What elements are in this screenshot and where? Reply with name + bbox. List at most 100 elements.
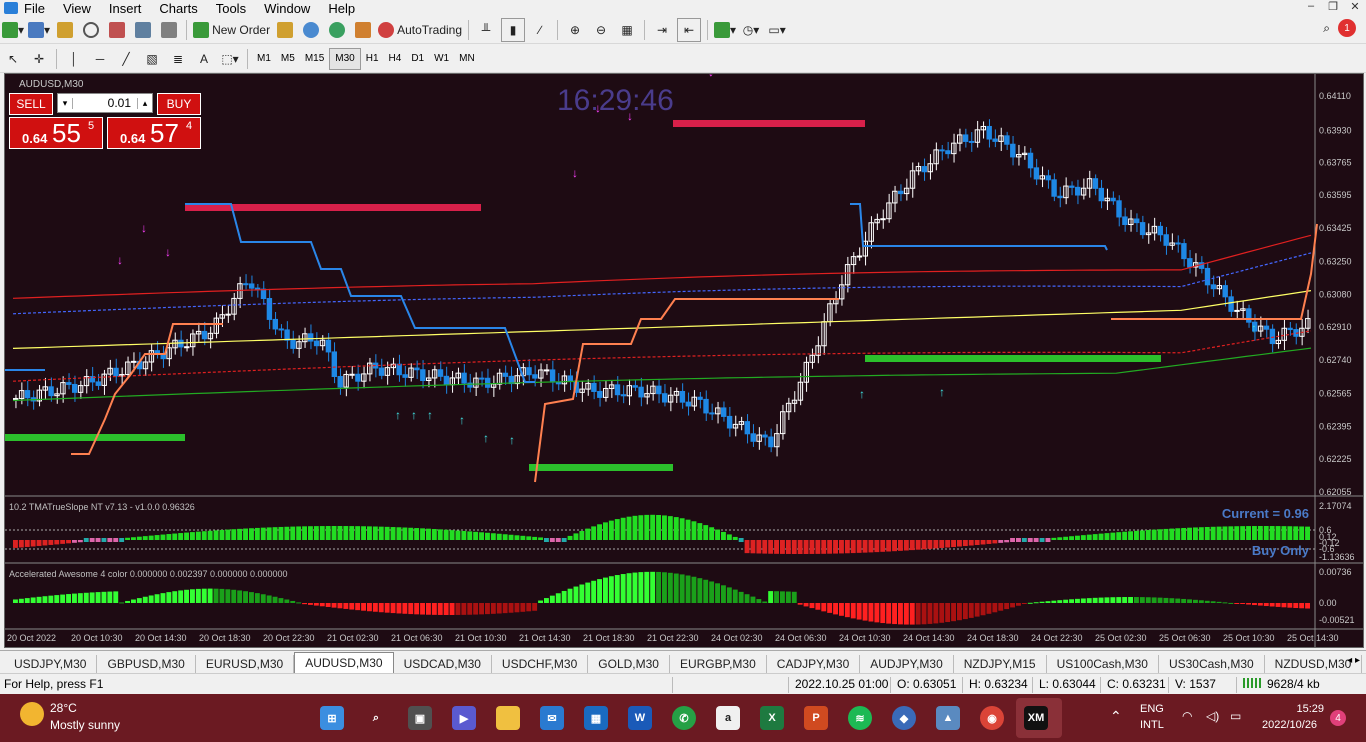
cursor-icon[interactable]: ↖ [2,48,24,70]
whatsapp-icon[interactable]: ✆ [672,706,696,730]
keyboard-layout[interactable]: INTL [1140,719,1164,731]
zoom-in-button[interactable]: ⊕ [564,19,586,41]
periods-button[interactable]: ◷▾ [740,19,762,41]
timeframe-m1[interactable]: M1 [252,49,276,69]
chart-canvas[interactable]: ↓↓↓↓↓↓↓↑↑↑↑↑↑↑↑↑ 0.641100.639300.637650.… [5,74,1363,647]
amazon-icon[interactable]: a [716,706,740,730]
timeframe-m15[interactable]: M15 [300,49,329,69]
auto-scroll-button[interactable]: ⇥ [651,19,673,41]
file-explorer-icon[interactable] [496,706,520,730]
vps-button[interactable] [352,19,374,41]
label-icon[interactable]: ⬚▾ [219,48,241,70]
timeframe-h1[interactable]: H1 [361,49,384,69]
market-watch-button[interactable] [54,19,76,41]
weather-temp[interactable]: 28°C [50,701,77,715]
tab-eurgbp[interactable]: EURGBP,M30 [670,655,767,673]
timeframe-m5[interactable]: M5 [276,49,300,69]
vertical-line-icon[interactable]: │ [63,48,85,70]
tile-windows-button[interactable]: ▦ [616,19,638,41]
trendline-icon[interactable]: ╱ [115,48,137,70]
word-icon[interactable]: W [628,706,652,730]
menu-help[interactable]: Help [328,1,365,16]
menu-file[interactable]: File [24,1,55,16]
signals-button[interactable] [300,19,322,41]
chart-app-icon[interactable]: ▲ [936,706,960,730]
horizontal-line-icon[interactable]: ─ [89,48,111,70]
xm-terminal-icon[interactable]: XM [1024,706,1048,730]
tab-us30cash[interactable]: US30Cash,M30 [1159,655,1265,673]
new-chart-button[interactable]: ▾ [2,19,24,41]
lot-size-field[interactable]: ▾ 0.01 ▴ [57,93,153,113]
buy-button[interactable]: BUY [157,93,201,115]
task-view-icon[interactable]: ▣ [408,706,432,730]
timeframe-mn[interactable]: MN [454,49,480,69]
minimize-icon[interactable]: – [1300,0,1322,13]
timeframe-d1[interactable]: D1 [406,49,429,69]
restore-icon[interactable]: ❐ [1322,0,1344,13]
buy-price[interactable]: 0.64 57 4 [107,117,201,149]
new-order-button[interactable]: New Order [193,19,270,41]
tab-gold[interactable]: GOLD,M30 [588,655,670,673]
timeframe-m30[interactable]: M30 [329,47,361,70]
indicators-button[interactable]: ▾ [714,19,736,41]
terminal-button[interactable] [132,19,154,41]
wifi-icon[interactable]: ◠ [1182,709,1192,723]
sell-button[interactable]: SELL [9,93,53,115]
tab-audusd[interactable]: AUDUSD,M30 [294,652,394,673]
tester-button[interactable] [158,19,180,41]
close-icon[interactable]: ✕ [1344,0,1366,13]
teams-chat-icon[interactable]: ▶ [452,706,476,730]
menu-insert[interactable]: Insert [109,1,152,16]
tab-gbpusd[interactable]: GBPUSD,M30 [97,655,196,673]
tab-usdcad[interactable]: USDCAD,M30 [394,655,492,673]
profiles-button[interactable]: ▾ [28,19,50,41]
autotrading-button[interactable]: AutoTrading [378,19,462,41]
tab-nzdjpy[interactable]: NZDJPY,M15 [954,655,1047,673]
windows-start-icon[interactable]: ⊞ [320,706,344,730]
tab-usdjpy[interactable]: USDJPY,M30 [4,655,98,673]
tab-scroll-icons[interactable]: ◂ ▸ [1347,655,1360,666]
weather-desc[interactable]: Mostly sunny [50,718,120,732]
tab-us100cash[interactable]: US100Cash,M30 [1047,655,1159,673]
notification-count-badge[interactable]: 4 [1330,710,1346,726]
sell-price[interactable]: 0.64 55 5 [9,117,103,149]
line-chart-button[interactable]: ∕ [529,19,551,41]
excel-icon[interactable]: X [760,706,784,730]
data-window-button[interactable] [80,19,102,41]
volume-icon[interactable]: ◁) [1206,709,1219,723]
clock-time[interactable]: 15:29 [1280,703,1324,715]
menu-window[interactable]: Window [264,1,320,16]
lot-decrease-icon[interactable]: ▾ [58,97,73,109]
tab-usdchf[interactable]: USDCHF,M30 [492,655,589,673]
text-icon[interactable]: A [193,48,215,70]
powerpoint-icon[interactable]: P [804,706,828,730]
expert-button[interactable] [274,19,296,41]
taskbar-search-icon[interactable]: ⌕ [364,706,388,730]
mail-icon[interactable]: ✉ [540,706,564,730]
crosshair-icon[interactable]: ✛ [28,48,50,70]
search-icon[interactable]: ⌕ [1323,21,1330,36]
fibonacci-icon[interactable]: ≣ [167,48,189,70]
clock-date[interactable]: 2022/10/26 [1262,719,1317,731]
education-app-icon[interactable]: ◆ [892,706,916,730]
tab-eurusd[interactable]: EURUSD,M30 [196,655,295,673]
lot-increase-icon[interactable]: ▴ [137,97,152,109]
market-button[interactable] [326,19,348,41]
timeframe-h4[interactable]: H4 [384,49,407,69]
spotify-icon[interactable]: ≋ [848,706,872,730]
candlestick-button[interactable]: ▮ [501,18,526,42]
timeframe-w1[interactable]: W1 [429,49,454,69]
ms-store-icon[interactable]: ▦ [584,706,608,730]
lot-size-value[interactable]: 0.01 [73,96,137,110]
chart-window[interactable]: ↓↓↓↓↓↓↓↑↑↑↑↑↑↑↑↑ 0.641100.639300.637650.… [4,73,1364,648]
battery-icon[interactable]: ▭ [1230,709,1241,723]
menu-tools[interactable]: Tools [216,1,256,16]
menu-charts[interactable]: Charts [159,1,207,16]
bar-chart-button[interactable]: ╨ [475,19,497,41]
navigator-button[interactable] [106,19,128,41]
menu-view[interactable]: View [63,1,101,16]
notification-badge[interactable]: 1 [1338,19,1356,37]
tab-cadjpy[interactable]: CADJPY,M30 [767,655,861,673]
zoom-out-button[interactable]: ⊖ [590,19,612,41]
chrome-icon[interactable]: ◉ [980,706,1004,730]
